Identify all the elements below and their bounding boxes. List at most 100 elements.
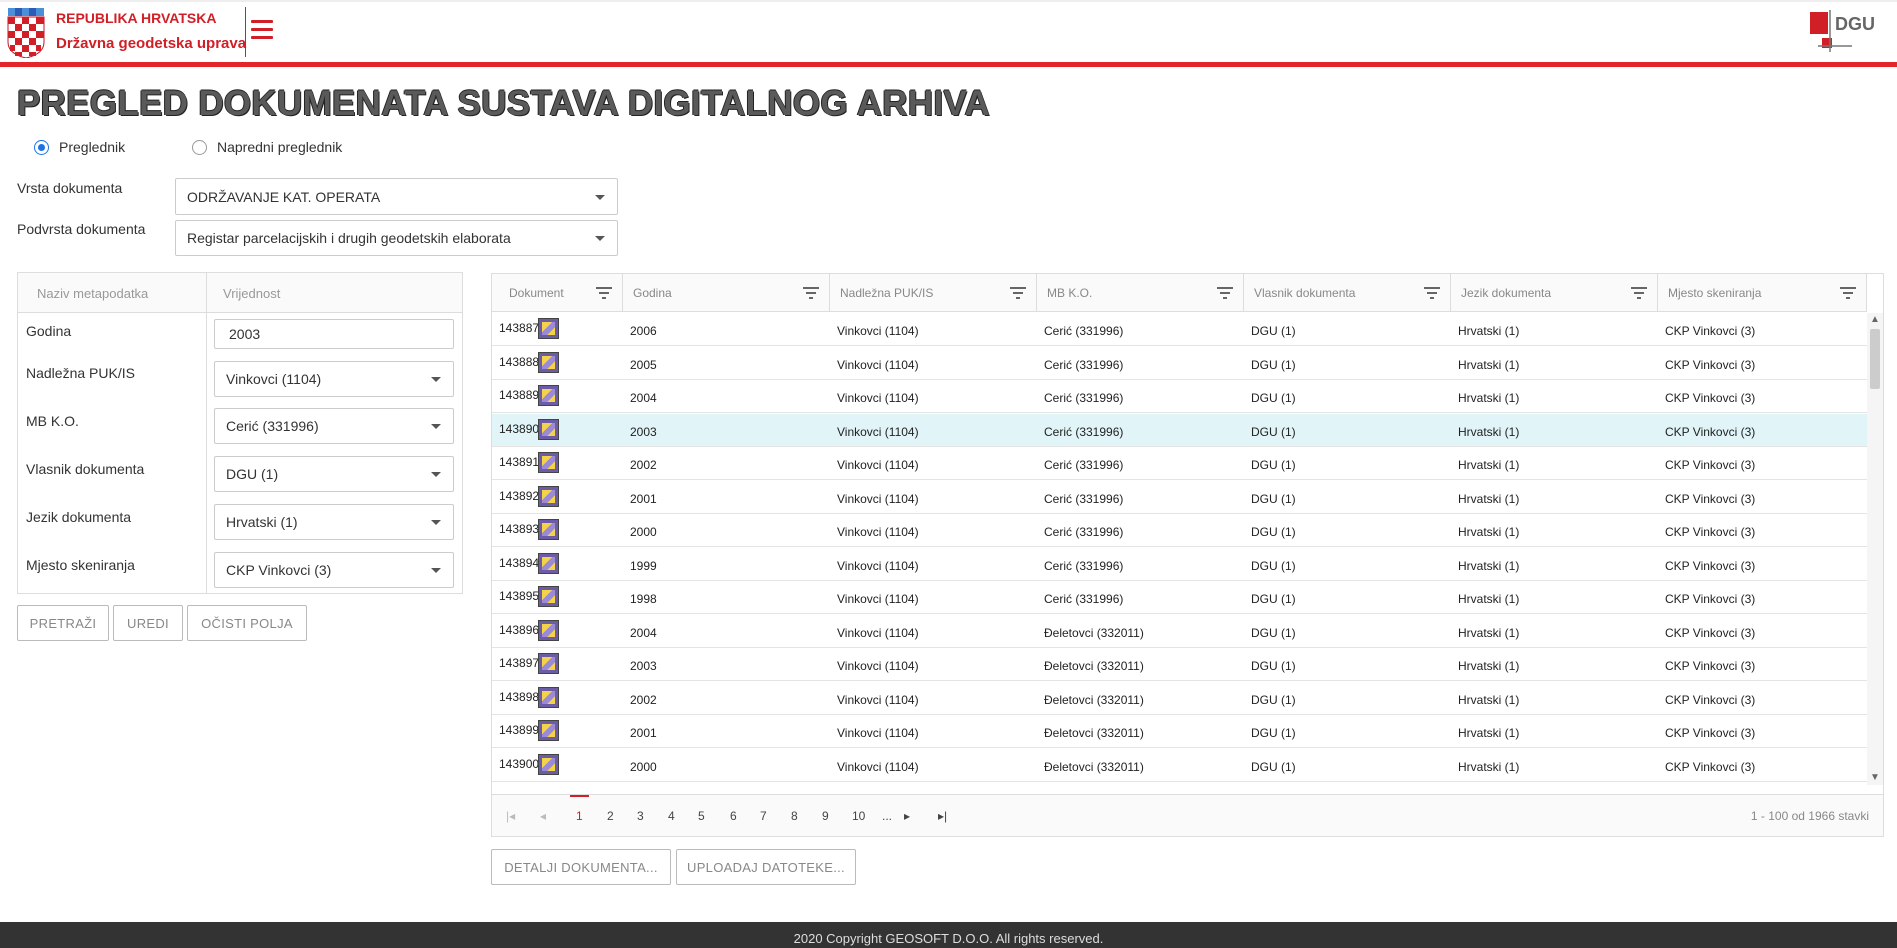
cell-jezik: Hrvatski (1) xyxy=(1458,458,1520,472)
col-header-jezik[interactable]: Jezik dokumenta xyxy=(1451,274,1658,312)
jezik-select-value: Hrvatski (1) xyxy=(226,514,298,530)
table-row[interactable]: 143900 2000 Vinkovci (1104) Đeletovci (3320… xyxy=(492,749,1867,782)
filter-icon[interactable] xyxy=(1010,287,1026,299)
table-row[interactable]: 143887 2006 Vinkovci (1104) Cerić (331996) D… xyxy=(492,313,1867,346)
col-header-mjesto[interactable]: Mjesto skeniranja xyxy=(1658,274,1867,312)
pretrazi-button[interactable]: PRETRAŽI xyxy=(17,605,109,641)
cell-mbko: Cerić (331996) xyxy=(1044,357,1124,372)
document-viewer-icon[interactable] xyxy=(538,318,559,339)
table-row[interactable]: 143888 2005 Vinkovci (1104) Cerić (331996) D… xyxy=(492,347,1867,380)
document-viewer-icon[interactable] xyxy=(538,753,559,775)
uploadaj-datoteke-button[interactable]: UPLOADAJ DATOTEKE... xyxy=(676,849,856,885)
document-viewer-icon[interactable] xyxy=(538,653,559,674)
document-viewer-icon[interactable] xyxy=(538,519,559,540)
document-viewer-icon[interactable] xyxy=(538,720,559,741)
scroll-down-icon[interactable]: ▼ xyxy=(1870,773,1880,783)
header-divider xyxy=(245,7,246,57)
radio-preglednik[interactable]: Preglednik xyxy=(34,139,125,155)
document-viewer-icon[interactable] xyxy=(538,586,559,607)
detalji-dokumenta-button[interactable]: DETALJI DOKUMENTA... xyxy=(491,849,671,885)
meta-label-mbko: MB K.O. xyxy=(26,413,79,429)
cell-puk: Vinkovci (1104) xyxy=(837,558,919,573)
radio-preglednik-dot[interactable] xyxy=(34,139,49,155)
filter-icon[interactable] xyxy=(1840,287,1856,299)
first-page-icon[interactable]: |◂ xyxy=(506,809,515,823)
ocisti-polja-button[interactable]: OČISTI POLJA xyxy=(187,605,307,641)
table-row[interactable]: 143889 2004 Vinkovci (1104) Cerić (331996) D… xyxy=(492,380,1867,413)
col-header-puk[interactable]: Nadležna PUK/IS xyxy=(830,274,1037,312)
croatian-coat-of-arms-icon xyxy=(7,8,45,58)
cell-mjesto: CKP Vinkovci (3) xyxy=(1665,424,1756,439)
page-6[interactable]: 6 xyxy=(730,809,737,823)
cell-puk: Vinkovci (1104) xyxy=(837,491,919,506)
jezik-select[interactable]: Hrvatski (1) xyxy=(214,504,454,540)
col-header-godina[interactable]: Godina xyxy=(623,274,830,312)
mjesto-select[interactable]: CKP Vinkovci (3) xyxy=(214,552,454,588)
document-viewer-icon[interactable] xyxy=(538,686,559,708)
cell-godina: 2000 xyxy=(630,525,657,539)
page-9[interactable]: 9 xyxy=(822,809,829,823)
uredi-button[interactable]: UREDI xyxy=(113,605,183,641)
chevron-down-icon xyxy=(431,377,441,382)
last-page-icon[interactable]: ▸| xyxy=(938,809,947,823)
page-5[interactable]: 5 xyxy=(698,809,705,823)
filter-icon[interactable] xyxy=(1631,287,1647,299)
filter-icon[interactable] xyxy=(803,287,819,299)
col-header-dokument[interactable]: Dokument xyxy=(492,274,623,312)
table-row[interactable]: 143897 2003 Vinkovci (1104) Đeletovci (3320… xyxy=(492,648,1867,681)
cell-mbko: Cerić (331996) xyxy=(1044,424,1124,439)
document-viewer-icon[interactable] xyxy=(538,452,559,473)
table-row[interactable]: 143892 2001 Vinkovci (1104) Cerić (331996) D… xyxy=(492,481,1867,514)
scrollbar-thumb[interactable] xyxy=(1870,329,1880,389)
table-row[interactable]: 143896 2004 Vinkovci (1104) Đeletovci (3320… xyxy=(492,615,1867,648)
godina-input[interactable]: 2003 xyxy=(214,319,454,349)
col-header-mbko[interactable]: MB K.O. xyxy=(1037,274,1244,312)
table-row[interactable]: 143898 2002 Vinkovci (1104) Đeletovci (3320… xyxy=(492,682,1867,715)
radio-napredni-preglednik[interactable]: Napredni preglednik xyxy=(192,139,342,155)
cell-dokument-id: 143899 xyxy=(499,723,540,737)
documents-grid: Dokument Godina Nadležna PUK/IS MB K.O. … xyxy=(491,273,1884,837)
cell-dokument-id: 143895 xyxy=(499,589,540,603)
filter-icon[interactable] xyxy=(1217,287,1233,299)
page-2[interactable]: 2 xyxy=(607,809,614,823)
grid-header: Dokument Godina Nadležna PUK/IS MB K.O. … xyxy=(492,274,1867,312)
grid-scrollbar[interactable]: ▲ ▼ xyxy=(1867,313,1883,785)
page-3[interactable]: 3 xyxy=(637,809,644,823)
filter-icon[interactable] xyxy=(596,287,612,299)
podvrsta-dokumenta-select[interactable]: Registar parcelacijskih i drugih geodets… xyxy=(175,220,618,256)
table-row[interactable]: 143899 2001 Vinkovci (1104) Đeletovci (3320… xyxy=(492,715,1867,748)
table-row[interactable]: 143895 1998 Vinkovci (1104) Cerić (331996) D… xyxy=(492,581,1867,614)
page-7[interactable]: 7 xyxy=(760,809,767,823)
puk-select[interactable]: Vinkovci (1104) xyxy=(214,361,454,397)
cell-puk: Vinkovci (1104) xyxy=(837,391,919,405)
document-viewer-icon[interactable] xyxy=(538,351,559,373)
cell-jezik: Hrvatski (1) xyxy=(1458,357,1520,372)
document-viewer-icon[interactable] xyxy=(538,418,559,440)
cell-mbko: Cerić (331996) xyxy=(1044,458,1124,472)
table-row[interactable]: 143890 2003 Vinkovci (1104) Cerić (331996) D… xyxy=(492,413,1867,447)
mbko-select[interactable]: Cerić (331996) xyxy=(214,408,454,444)
scroll-up-icon[interactable]: ▲ xyxy=(1870,315,1880,325)
page-1[interactable]: 1 xyxy=(570,795,589,823)
col-header-dokument-label: Dokument xyxy=(509,286,564,300)
cell-mbko: Cerić (331996) xyxy=(1044,592,1124,606)
document-viewer-icon[interactable] xyxy=(538,385,559,406)
document-viewer-icon[interactable] xyxy=(538,552,559,574)
page-4[interactable]: 4 xyxy=(668,809,675,823)
table-row[interactable]: 143893 2000 Vinkovci (1104) Cerić (331996) D… xyxy=(492,514,1867,547)
page-10[interactable]: 10 xyxy=(852,809,865,823)
document-viewer-icon[interactable] xyxy=(538,619,559,641)
page-8[interactable]: 8 xyxy=(791,809,798,823)
document-viewer-icon[interactable] xyxy=(538,485,559,507)
table-row[interactable]: 143891 2002 Vinkovci (1104) Cerić (331996) D… xyxy=(492,447,1867,480)
filter-icon[interactable] xyxy=(1424,287,1440,299)
vrsta-dokumenta-select[interactable]: ODRŽAVANJE KAT. OPERATA xyxy=(175,178,618,215)
hamburger-menu-icon[interactable] xyxy=(251,20,273,42)
page-ellipsis[interactable]: ... xyxy=(882,809,892,823)
prev-page-icon[interactable]: ◂ xyxy=(540,809,546,823)
vlasnik-select[interactable]: DGU (1) xyxy=(214,456,454,492)
table-row[interactable]: 143894 1999 Vinkovci (1104) Cerić (331996) D… xyxy=(492,548,1867,581)
col-header-vlasnik[interactable]: Vlasnik dokumenta xyxy=(1244,274,1451,312)
next-page-icon[interactable]: ▸ xyxy=(904,809,910,823)
radio-napredni-dot[interactable] xyxy=(192,139,207,155)
